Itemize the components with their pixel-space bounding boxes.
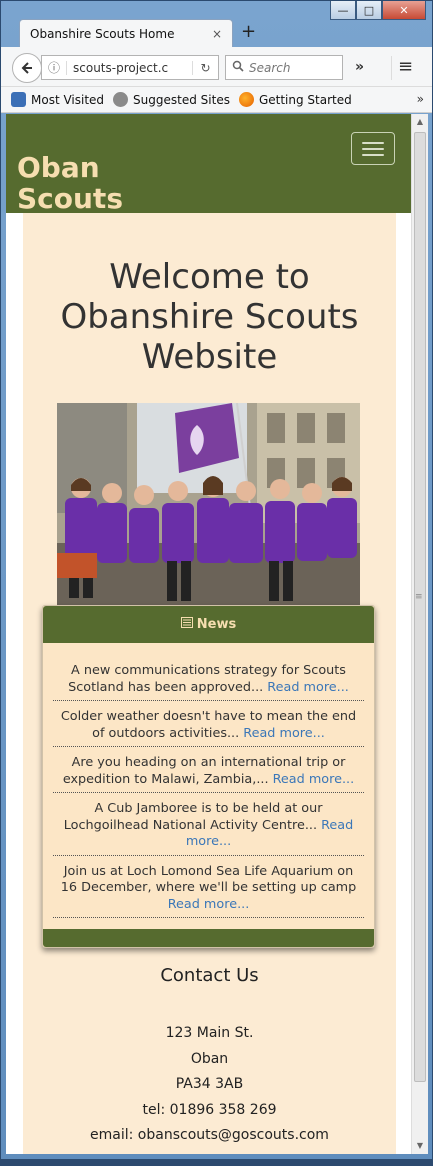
bookmark-getting-started[interactable]: Getting Started xyxy=(238,92,352,107)
site-navbar: Oban Scouts xyxy=(6,114,411,213)
minimize-button[interactable]: — xyxy=(330,1,356,20)
browser-window: — □ ✕ Obanshire Scouts Home × + ⓘ scouts… xyxy=(0,0,433,1160)
contact-heading: Contact Us xyxy=(160,965,259,986)
window-controls: — □ ✕ xyxy=(330,1,426,20)
address-line: 123 Main St. xyxy=(165,1025,254,1041)
toggle-bar xyxy=(362,141,384,144)
news-panel: News A new communications strategy for S… xyxy=(42,605,375,948)
read-more-link[interactable]: Read more... xyxy=(243,726,325,741)
bookmarks-overflow-icon[interactable]: » xyxy=(417,92,424,106)
toggle-bar xyxy=(362,153,384,156)
news-header: News xyxy=(43,606,374,643)
bookmark-suggested-sites[interactable]: Suggested Sites xyxy=(113,92,230,107)
vertical-scrollbar[interactable]: ▲ ≡ ▼ xyxy=(411,114,428,1154)
page-viewport: Oban Scouts Welcome to Obanshire Scouts … xyxy=(6,114,411,1154)
bookmark-label: Most Visited xyxy=(31,92,105,107)
firefox-icon xyxy=(238,92,254,107)
nav-toolbar: ⓘ scouts-project.c ↻ Search » ≡ xyxy=(1,47,432,87)
newspaper-icon xyxy=(180,617,193,632)
bookmark-most-visited[interactable]: Most Visited xyxy=(11,92,104,107)
main-content: Welcome to Obanshire Scouts Website News… xyxy=(23,213,396,1154)
read-more-link[interactable]: Read more... xyxy=(267,680,349,695)
search-placeholder: Search xyxy=(249,60,291,75)
contact-address: 123 Main St. Oban PA34 3AB tel: 01896 35… xyxy=(23,1021,396,1149)
tab-active[interactable]: Obanshire Scouts Home × xyxy=(19,19,233,47)
site-brand[interactable]: Oban Scouts xyxy=(17,152,167,213)
info-icon[interactable]: ⓘ xyxy=(42,59,66,76)
search-input[interactable]: Search xyxy=(225,55,343,80)
news-title: News xyxy=(196,617,237,632)
tab-close-icon[interactable]: × xyxy=(212,27,222,41)
scroll-grip-icon: ≡ xyxy=(415,592,423,602)
news-footer xyxy=(43,929,374,947)
back-button[interactable] xyxy=(12,53,42,83)
news-item: A Cub Jamboree is to be held at our Loch… xyxy=(53,793,364,856)
new-tab-button[interactable]: + xyxy=(241,21,256,42)
news-item: Join us at Loch Lomond Sea Life Aquarium… xyxy=(53,856,364,918)
address-line: PA34 3AB xyxy=(175,1076,244,1092)
brand-container: Oban Scouts xyxy=(6,114,411,213)
tab-title: Obanshire Scouts Home xyxy=(30,26,175,41)
overflow-chevron-icon[interactable]: » xyxy=(355,59,364,75)
read-more-link[interactable]: Read more... xyxy=(168,897,250,912)
url-text[interactable]: scouts-project.c xyxy=(66,60,192,75)
title-bar: — □ ✕ Obanshire Scouts Home × + xyxy=(1,1,432,47)
navbar-toggle-button[interactable] xyxy=(351,132,395,165)
read-more-link[interactable]: Read more... xyxy=(273,772,355,787)
email-line: email: obanscouts@goscouts.com xyxy=(90,1127,329,1143)
news-item: Are you heading on an international trip… xyxy=(53,747,364,793)
hero-photo xyxy=(57,403,360,606)
news-item: A new communications strategy for Scouts… xyxy=(53,655,364,701)
toggle-bar xyxy=(362,147,384,150)
bookmarks-bar: Most Visited Suggested Sites Getting Sta… xyxy=(1,87,432,113)
scroll-down-icon[interactable]: ▼ xyxy=(412,1138,428,1154)
reload-icon[interactable]: ↻ xyxy=(192,60,218,75)
globe-icon xyxy=(113,92,129,107)
news-list: A new communications strategy for Scouts… xyxy=(53,655,364,918)
news-item-text: Join us at Loch Lomond Sea Life Aquarium… xyxy=(60,863,357,896)
news-item: Colder weather doesn't have to mean the … xyxy=(53,701,364,747)
page-title: Welcome to Obanshire Scouts Website xyxy=(60,257,359,377)
most-visited-icon xyxy=(11,92,26,107)
phone-line: tel: 01896 358 269 xyxy=(142,1101,277,1118)
scroll-thumb[interactable] xyxy=(414,132,426,1082)
address-line: Oban xyxy=(190,1050,229,1067)
url-bar[interactable]: ⓘ scouts-project.c ↻ xyxy=(41,55,219,80)
scroll-up-icon[interactable]: ▲ xyxy=(412,114,428,130)
search-icon xyxy=(232,60,244,75)
hamburger-menu-icon[interactable]: ≡ xyxy=(391,56,419,80)
close-window-button[interactable]: ✕ xyxy=(382,1,426,20)
back-arrow-icon xyxy=(21,62,32,74)
bookmark-label: Suggested Sites xyxy=(133,92,230,107)
news-item-text: A Cub Jamboree is to be held at our Loch… xyxy=(63,801,323,833)
scouts-group-photo xyxy=(57,403,360,606)
os-taskbar xyxy=(0,1160,433,1166)
maximize-button[interactable]: □ xyxy=(356,1,382,20)
bookmark-label: Getting Started xyxy=(258,92,352,107)
